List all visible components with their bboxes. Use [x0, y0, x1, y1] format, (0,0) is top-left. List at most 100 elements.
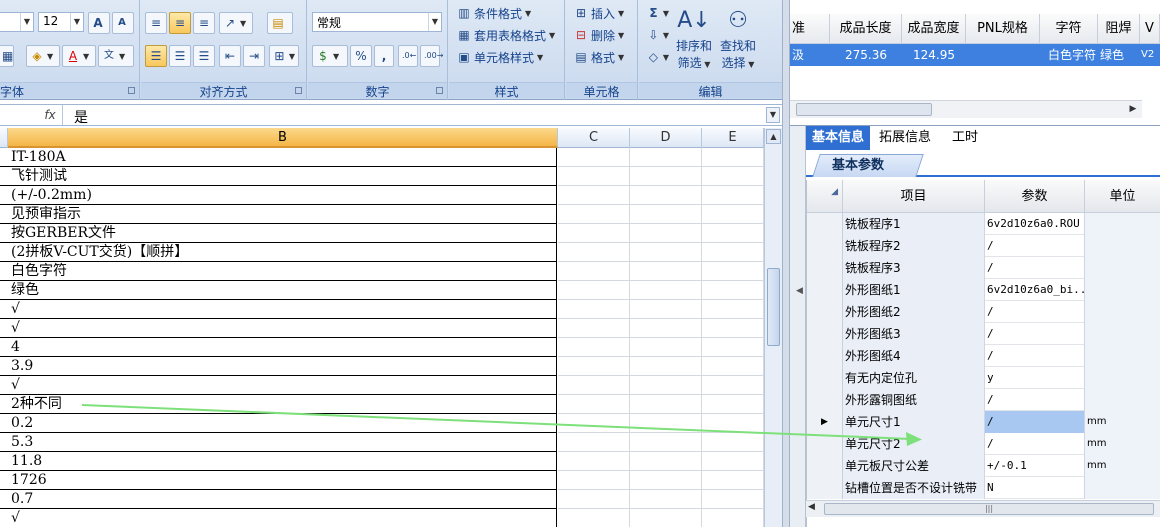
- align-middle-button[interactable]: ≡: [169, 12, 191, 34]
- cell-d[interactable]: [630, 490, 702, 509]
- decrease-decimal-button[interactable]: .00→: [420, 45, 443, 67]
- cell-d[interactable]: [630, 414, 702, 433]
- param-row[interactable]: 外形图纸1 6v2d10z6a0_bi...: [807, 279, 1160, 301]
- cell-c[interactable]: [558, 262, 630, 281]
- cell-c[interactable]: [558, 300, 630, 319]
- row-indicator[interactable]: [807, 301, 843, 323]
- param-row[interactable]: 外形图纸4/: [807, 345, 1160, 367]
- scroll-right-button[interactable]: ▶: [1126, 102, 1140, 117]
- currency-button[interactable]: $ ▼: [312, 45, 348, 67]
- cell-d[interactable]: [630, 433, 702, 452]
- wrap-text-button[interactable]: ▤: [267, 12, 293, 34]
- column-header-d[interactable]: D: [630, 128, 702, 148]
- cell-b[interactable]: 0.7: [0, 490, 557, 509]
- align-bottom-button[interactable]: ≡: [193, 12, 215, 34]
- cell-d[interactable]: [630, 186, 702, 205]
- param-value[interactable]: 6v2d10z6a0.ROU: [985, 213, 1085, 235]
- cell-b[interactable]: IT-180A: [0, 148, 557, 167]
- cell-b[interactable]: 见预审指示: [0, 205, 557, 224]
- fill-color-button[interactable]: ◈ ▼: [26, 45, 60, 67]
- row-indicator[interactable]: [807, 235, 843, 257]
- cell-d[interactable]: [630, 471, 702, 490]
- number-format-combo[interactable]: 常规 ▼: [312, 12, 442, 32]
- row-indicator[interactable]: [807, 367, 843, 389]
- param-value[interactable]: 6v2d10z6a0_bi...: [985, 279, 1085, 301]
- cell-b[interactable]: 飞针测试: [0, 167, 557, 186]
- scroll-thumb[interactable]: [796, 103, 932, 116]
- cell-c[interactable]: [558, 319, 630, 338]
- param-row[interactable]: 外形图纸2/: [807, 301, 1160, 323]
- cell-d[interactable]: [630, 357, 702, 376]
- alignment-dialog-launcher[interactable]: [295, 87, 302, 94]
- cell-style-button[interactable]: ▣ 单元格样式 ▼: [453, 46, 547, 68]
- column-header-a[interactable]: [0, 128, 8, 148]
- cell-e[interactable]: [702, 509, 764, 527]
- cell-d[interactable]: [630, 509, 702, 527]
- cell-e[interactable]: [702, 205, 764, 224]
- font-dialog-launcher[interactable]: [128, 87, 135, 94]
- shrink-font-button[interactable]: A: [112, 12, 134, 34]
- orientation-button[interactable]: ↗ ▼: [219, 12, 253, 34]
- font-name-combo[interactable]: ▼: [0, 12, 34, 32]
- cell-e[interactable]: [702, 433, 764, 452]
- cell-d[interactable]: [630, 300, 702, 319]
- delete-button[interactable]: ⊟ 删除 ▼: [570, 24, 628, 46]
- tab-basic-info[interactable]: 基本信息: [806, 126, 870, 150]
- fill-button[interactable]: ⇩ ▼: [643, 24, 673, 46]
- format-as-table-button[interactable]: ▦ 套用表格格式 ▼: [453, 24, 559, 46]
- cell-b[interactable]: 4: [0, 338, 557, 357]
- merge-center-button[interactable]: ⊞ ▼: [269, 45, 299, 67]
- scroll-left-button[interactable]: ◀: [808, 502, 815, 512]
- row-indicator[interactable]: [807, 257, 843, 279]
- formula-input[interactable]: 是: [74, 107, 88, 127]
- param-row[interactable]: 铣板程序3/: [807, 257, 1160, 279]
- cell-b[interactable]: 白色字符: [0, 262, 557, 281]
- font-color-button[interactable]: A ▼: [62, 45, 96, 67]
- row-indicator[interactable]: [807, 477, 843, 499]
- cell-d[interactable]: [630, 262, 702, 281]
- conditional-format-button[interactable]: ▥ 条件格式 ▼: [453, 2, 535, 24]
- cell-c[interactable]: [558, 509, 630, 527]
- column-header-c[interactable]: C: [558, 128, 630, 148]
- cell-e[interactable]: [702, 224, 764, 243]
- cell-e[interactable]: [702, 186, 764, 205]
- scroll-thumb[interactable]: [767, 268, 780, 346]
- cell-c[interactable]: [558, 148, 630, 167]
- param-row[interactable]: ▶ 单元尺寸1/mm: [807, 411, 1160, 433]
- cell-d[interactable]: [630, 243, 702, 262]
- column-header-b[interactable]: B: [8, 128, 558, 148]
- cell-b[interactable]: 按GERBER文件: [0, 224, 557, 243]
- param-value[interactable]: /: [985, 257, 1085, 279]
- tab-extended-info[interactable]: 拓展信息: [870, 126, 940, 150]
- insert-button[interactable]: ⊞ 插入 ▼: [570, 2, 628, 24]
- clear-button[interactable]: ◇ ▼: [643, 46, 673, 68]
- insert-function-button[interactable]: fx: [38, 105, 62, 125]
- cell-e[interactable]: [702, 414, 764, 433]
- cell-d[interactable]: [630, 148, 702, 167]
- row-indicator[interactable]: [807, 389, 843, 411]
- cell-d[interactable]: [630, 167, 702, 186]
- cell-e[interactable]: [702, 338, 764, 357]
- cell-b[interactable]: 11.8: [0, 452, 557, 471]
- cell-b[interactable]: 0.2: [0, 414, 557, 433]
- param-row[interactable]: 外形图纸3/: [807, 323, 1160, 345]
- align-left-button[interactable]: ☰: [145, 45, 167, 67]
- cell-b[interactable]: 2种不同: [0, 395, 557, 414]
- param-value[interactable]: /: [985, 389, 1085, 411]
- expand-formula-button[interactable]: ▼: [766, 107, 780, 123]
- decrease-indent-button[interactable]: ⇤: [219, 45, 241, 67]
- comma-button[interactable]: ,: [374, 45, 394, 67]
- param-row[interactable]: 铣板程序2/: [807, 235, 1160, 257]
- font-size-combo[interactable]: 12 ▼: [38, 12, 84, 32]
- tab-work-hours[interactable]: 工时: [940, 126, 990, 150]
- row-indicator[interactable]: [807, 323, 843, 345]
- cell-c[interactable]: [558, 433, 630, 452]
- autosum-button[interactable]: Σ ▼: [643, 2, 673, 24]
- align-right-button[interactable]: ☰: [193, 45, 215, 67]
- cell-c[interactable]: [558, 338, 630, 357]
- param-row[interactable]: 有无内定位孔 y: [807, 367, 1160, 389]
- cell-c[interactable]: [558, 281, 630, 300]
- row-indicator[interactable]: [807, 455, 843, 477]
- cell-b[interactable]: √: [0, 509, 557, 527]
- current-row-indicator-icon[interactable]: ▶: [807, 411, 843, 433]
